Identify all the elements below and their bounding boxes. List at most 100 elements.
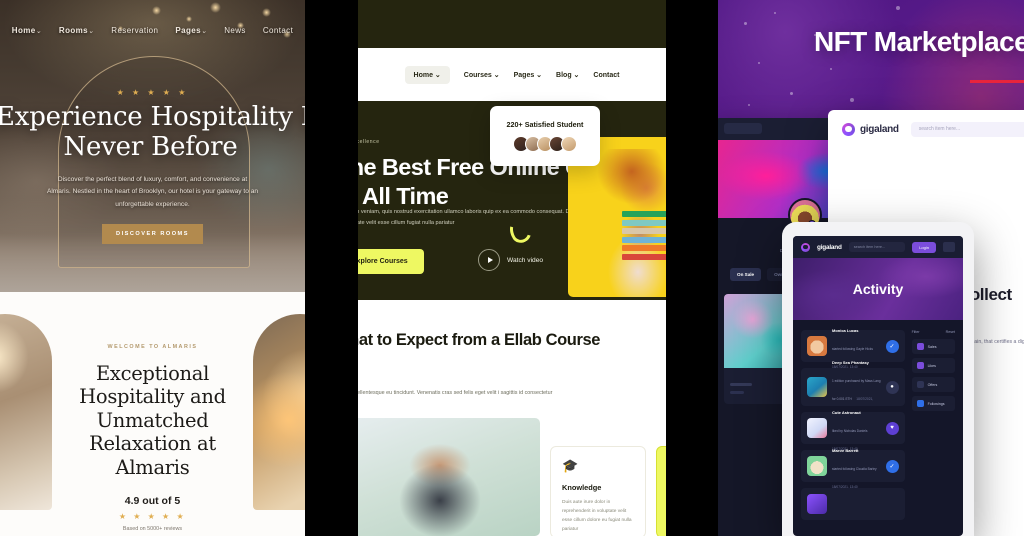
dining-image xyxy=(253,314,305,510)
graduation-cap-icon: 🎓 xyxy=(562,458,579,473)
filter-option-sales[interactable]: Sales xyxy=(911,339,955,354)
gigaland-header[interactable]: gigaland search item here... xyxy=(828,110,1024,148)
heart-icon xyxy=(916,362,924,369)
activity-subtitle: liked by Nicholas Daniels xyxy=(832,429,868,433)
headphones-student-photo xyxy=(358,418,540,536)
tab-home[interactable]: Home ⌄ xyxy=(404,66,450,84)
tab-on-sale[interactable]: On Sale xyxy=(730,268,762,281)
heart-icon: ♥ xyxy=(885,421,899,435)
activity-filter-panel[interactable]: Filter Reset Sales Likes Offers Followin… xyxy=(911,330,955,520)
hotel-hero-paragraph: Discover the perfect blend of luxury, co… xyxy=(46,176,259,208)
brand-name: gigaland xyxy=(817,243,842,251)
nav-item-reservation[interactable]: Reservation xyxy=(111,26,158,35)
nft-page-title: NFT Marketplace xyxy=(814,26,1024,57)
chevron-down-icon: ⌄ xyxy=(88,28,95,35)
card-title: Knowledge xyxy=(562,483,602,492)
rating-stars: ★ ★ ★ ★ ★ xyxy=(118,511,187,521)
hotel-template-preview[interactable]: Home⌄ Rooms⌄ Reservation Pages⌄ News Con… xyxy=(0,0,305,536)
rating-note: Based on 5000+ reviews xyxy=(122,525,183,532)
card-body: Duis aute irure dolor in reprehenderit i… xyxy=(562,500,632,533)
hero-eyebrow: excellence xyxy=(358,139,380,145)
particle-dot xyxy=(774,12,776,14)
check-icon xyxy=(916,400,924,407)
tab-courses[interactable]: Courses ⌄ xyxy=(464,71,500,79)
search-input[interactable]: search item here... xyxy=(910,121,1024,137)
nft-thumbnail xyxy=(807,418,827,438)
expect-paragraph: In tellus pellentesque eu tincidunt. Ven… xyxy=(358,390,553,396)
tab-pages[interactable]: Pages ⌄ xyxy=(514,71,542,79)
bokeh-light xyxy=(152,6,161,15)
nav-item-rooms[interactable]: Rooms⌄ xyxy=(59,26,94,35)
nav-item-home[interactable]: Home⌄ xyxy=(12,26,42,35)
hamburger-menu-icon[interactable] xyxy=(943,242,955,252)
tablet-navbar[interactable]: gigaland search item here... Login xyxy=(793,236,963,258)
particle-dot xyxy=(896,6,900,10)
avatar xyxy=(561,136,577,152)
hotel-hero-content: ★ ★ ★ ★ ★ Experience Hospitality Like Ne… xyxy=(0,88,305,244)
title-underline xyxy=(970,80,1024,83)
particle-dot xyxy=(830,68,832,70)
explore-courses-button[interactable]: Explore Courses xyxy=(358,249,424,274)
nft-thumbnail xyxy=(807,494,827,514)
particle-dot xyxy=(850,98,854,102)
nav-item-news[interactable]: News xyxy=(224,26,246,35)
hotel-navbar[interactable]: Home⌄ Rooms⌄ Reservation Pages⌄ News Con… xyxy=(0,26,305,35)
watch-video-label: Watch video xyxy=(507,256,544,264)
courses-hero-section: excellence The Best Free Online Courses … xyxy=(358,101,666,300)
nav-item-pages[interactable]: Pages⌄ xyxy=(175,26,207,35)
sales-icon xyxy=(916,343,924,350)
offer-icon xyxy=(916,381,924,388)
filter-option-followings[interactable]: Followings xyxy=(911,396,955,411)
welcome-heading: Exceptional Hospitality and Unmatched Re… xyxy=(79,362,226,479)
feature-card-highlight[interactable] xyxy=(656,446,666,536)
courses-template-preview[interactable]: Home ⌄ Courses ⌄ Pages ⌄ Blog ⌄ Contact … xyxy=(358,0,666,536)
tablet-mockup[interactable]: gigaland search item here... Login Activ… xyxy=(782,222,974,536)
activity-title: Monica Lucas xyxy=(832,328,859,333)
tab-blog[interactable]: Blog ⌄ xyxy=(556,71,579,79)
login-button[interactable]: Login xyxy=(912,241,936,253)
avatar xyxy=(807,456,827,476)
chevron-down-icon: ⌄ xyxy=(35,28,42,35)
filter-reset-button[interactable]: Reset xyxy=(946,330,955,334)
books-stack xyxy=(622,211,666,262)
activity-title: Maeve Barrett xyxy=(832,448,859,453)
discover-rooms-button[interactable]: DISCOVER ROOMS xyxy=(102,223,203,244)
activity-title: Cute Astronaut xyxy=(832,410,861,415)
filter-option-offers[interactable]: Offers xyxy=(911,377,955,392)
activity-title: Deep Sea Phantasy xyxy=(832,360,869,365)
nft-item-price-placeholder xyxy=(730,391,744,394)
avatar xyxy=(807,336,827,356)
list-item[interactable] xyxy=(801,488,905,520)
gigaland-logo[interactable]: gigaland xyxy=(842,122,899,136)
search-input[interactable]: search item here... xyxy=(848,242,906,252)
courses-top-strip xyxy=(358,0,666,48)
tab-contact[interactable]: Contact xyxy=(593,72,619,79)
lobby-image xyxy=(0,314,52,510)
nft-template-preview[interactable]: NFT Marketplace Home ⌄ Explore ⌄ Abstrac… xyxy=(718,0,1024,536)
rating-value: 4.9 out of 5 xyxy=(124,494,181,507)
watch-video-button[interactable]: Watch video xyxy=(478,249,543,271)
students-count-label: 220+ Satisfied Student xyxy=(506,120,584,129)
hotel-hero-title: Experience Hospitality Like Never Before xyxy=(0,102,305,162)
hero-star-rating: ★ ★ ★ ★ ★ xyxy=(116,88,189,97)
student-avatars xyxy=(513,136,577,152)
nav-item-contact[interactable]: Contact xyxy=(263,26,293,35)
bokeh-light xyxy=(186,16,192,22)
activity-subtitle: started following Claudia Barley xyxy=(832,467,877,471)
list-item[interactable]: Maeve Barrett started following Claudia … xyxy=(801,448,905,489)
tablet-screen[interactable]: gigaland search item here... Login Activ… xyxy=(793,236,963,536)
filter-label: Offers xyxy=(927,382,938,387)
check-icon: ✓ xyxy=(885,459,899,473)
activity-list: Monica Lucas started following Gayle Hic… xyxy=(801,328,905,520)
tablet-page-header: Activity xyxy=(793,258,963,320)
feature-card-knowledge[interactable]: 🎓 Knowledge Duis aute irure dolor in rep… xyxy=(550,446,646,536)
courses-navbar[interactable]: Home ⌄ Courses ⌄ Pages ⌄ Blog ⌄ Contact xyxy=(358,48,666,101)
courses-expect-section: What to Expect from a Ellab Course In te… xyxy=(358,300,666,536)
chevron-down-icon: ⌄ xyxy=(200,28,208,35)
hotel-welcome-section: WELCOME TO ALMARIS Exceptional Hospitali… xyxy=(0,292,305,536)
activity-subtitle: 1 edition purchased by Mass Lang xyxy=(832,379,881,383)
check-icon: ✓ xyxy=(885,339,899,353)
particle-dot xyxy=(758,62,760,64)
filter-option-likes[interactable]: Likes xyxy=(911,358,955,373)
bokeh-light xyxy=(210,2,221,13)
